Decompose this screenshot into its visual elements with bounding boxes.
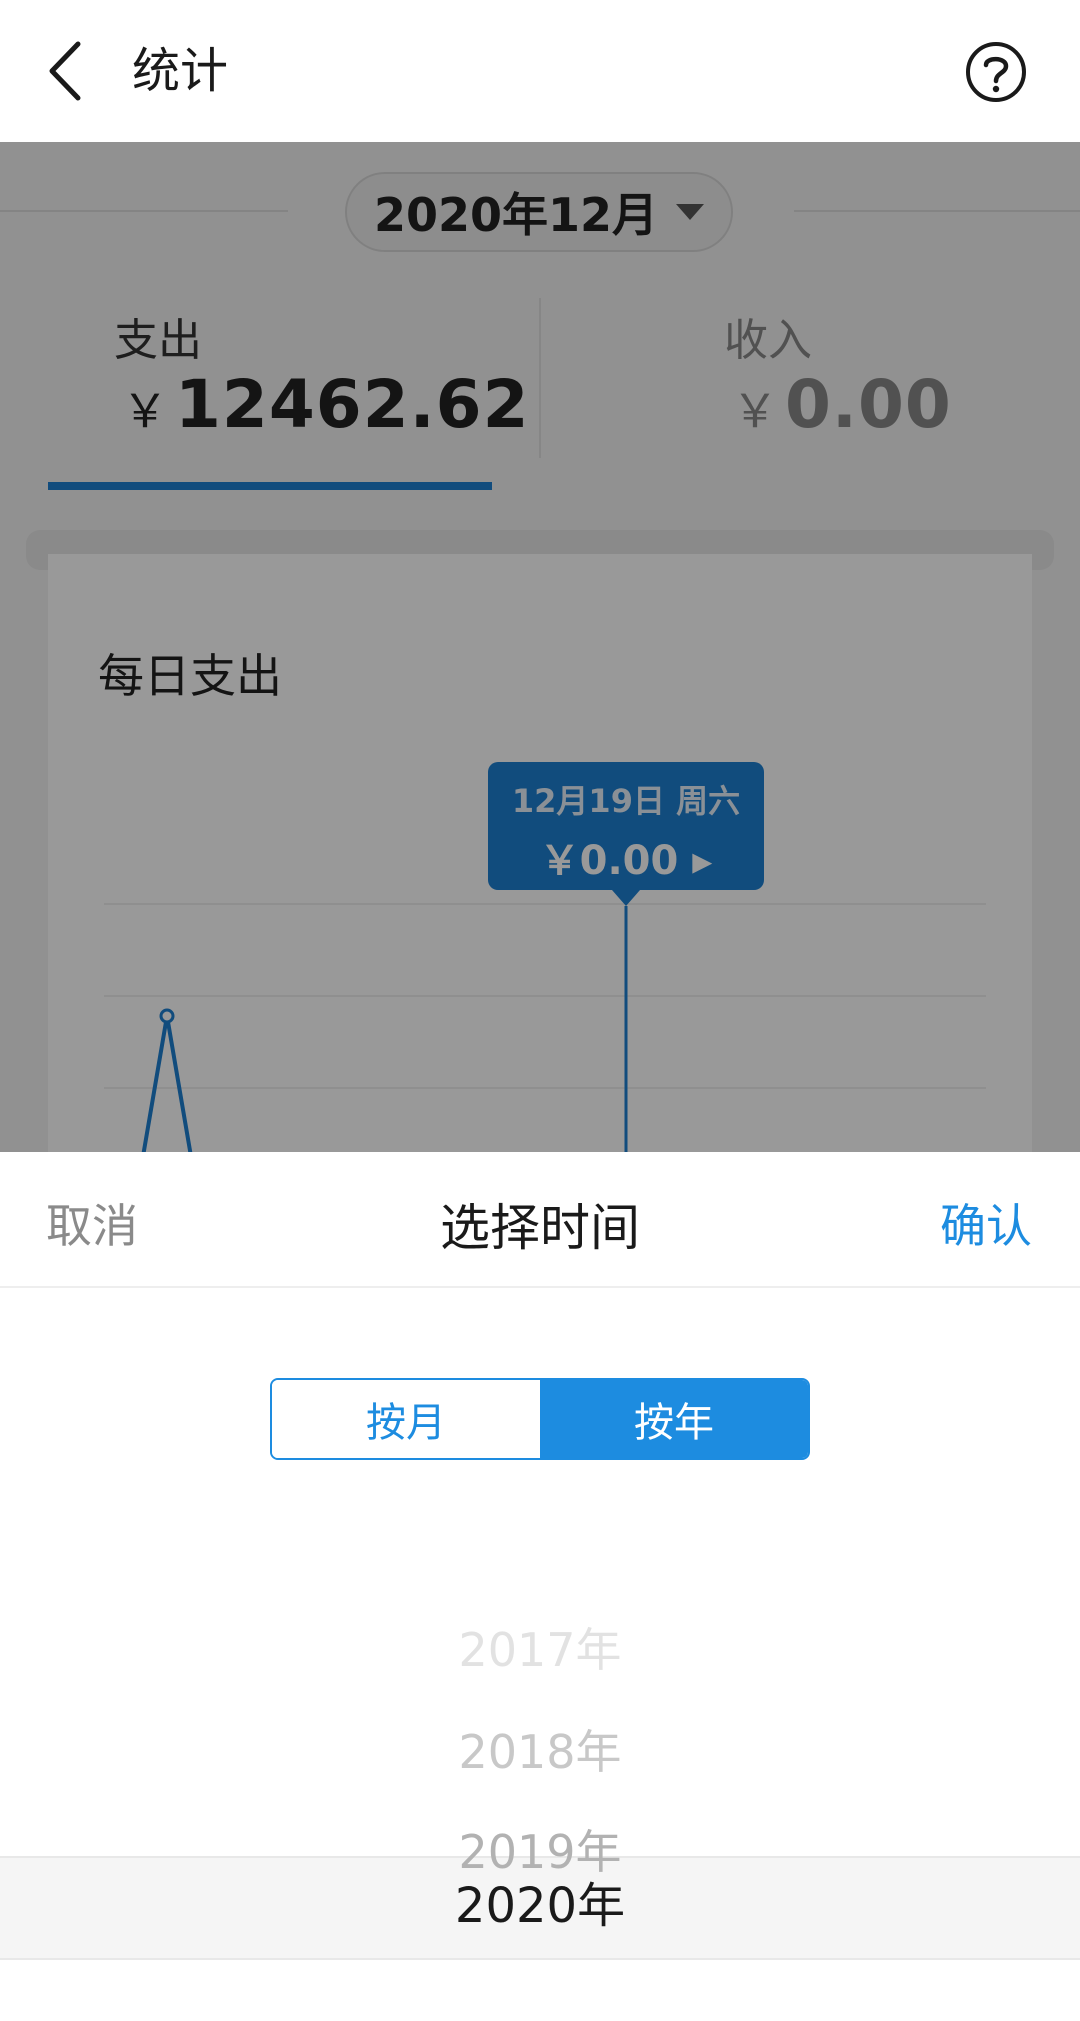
question-circle-icon bbox=[966, 42, 1026, 102]
cancel-button[interactable]: 取消 bbox=[46, 1190, 138, 1256]
period-mode-segmented-control: 按月 按年 bbox=[270, 1378, 810, 1460]
year-picker-wheel[interactable]: 2017年 2018年 2019年 2020年 bbox=[0, 1552, 1080, 2021]
statistics-screen: 统计 2020年12月 支出 ￥12462.62 收入 ￥0.00 每日支出 1… bbox=[0, 0, 1080, 2021]
sheet-title: 选择时间 bbox=[440, 1199, 640, 1257]
sheet-header: 选择时间 取消 确认 bbox=[0, 1152, 1080, 1288]
back-button[interactable] bbox=[40, 36, 100, 106]
modal-backdrop[interactable] bbox=[0, 142, 1080, 1152]
chevron-left-icon bbox=[49, 41, 81, 101]
confirm-button[interactable]: 确认 bbox=[940, 1190, 1032, 1256]
picker-item[interactable]: 2018年 bbox=[0, 1702, 1080, 1802]
top-bar: 统计 bbox=[0, 0, 1080, 142]
help-button[interactable] bbox=[964, 40, 1028, 104]
page-title: 统计 bbox=[132, 43, 229, 99]
segment-by-year[interactable]: 按年 bbox=[540, 1380, 808, 1458]
time-picker-sheet: 选择时间 取消 确认 按月 按年 2017年 2018年 2019年 2020年 bbox=[0, 1152, 1080, 2021]
picker-item[interactable]: 2017年 bbox=[0, 1600, 1080, 1700]
segment-by-month[interactable]: 按月 bbox=[272, 1380, 540, 1458]
picker-item-selected[interactable]: 2020年 bbox=[0, 1856, 1080, 1956]
